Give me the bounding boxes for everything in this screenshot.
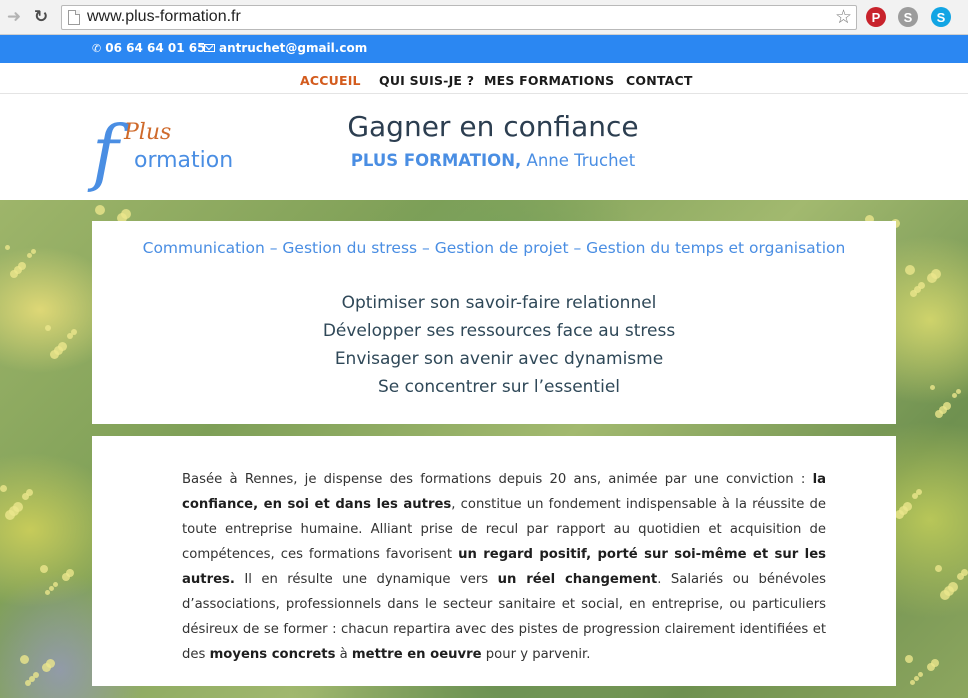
flower-dot (940, 590, 950, 600)
presentation-card: Basée à Rennes, je dispense des formatio… (92, 436, 896, 686)
flower-dot (956, 389, 961, 394)
site-subtitle: PLUS FORMATION, Anne Truchet (0, 151, 968, 170)
skype-grey-icon[interactable]: S (898, 7, 918, 27)
flower-dot (49, 586, 54, 591)
flower-dot (20, 655, 29, 664)
text-segment: pour y parvenir. (481, 647, 591, 662)
email-link[interactable]: antruchet@gmail.com (204, 41, 367, 55)
phone-number: 06 64 64 01 65 (105, 41, 206, 55)
flower-dot (27, 253, 32, 258)
page-icon (68, 10, 80, 25)
phone-link[interactable]: ✆ 06 64 64 01 65 (92, 41, 205, 55)
contact-bar: ✆ 06 64 64 01 65 antruchet@gmail.com (0, 35, 968, 63)
reload-icon[interactable]: ↻ (30, 6, 52, 28)
flower-dot (910, 680, 915, 685)
phone-icon: ✆ (92, 41, 102, 55)
nav-contact[interactable]: CONTACT (626, 73, 693, 88)
flower-dot (67, 333, 73, 339)
flower-dot (62, 573, 70, 581)
flower-dot (53, 582, 58, 587)
pinterest-icon[interactable]: P (866, 7, 886, 27)
flower-dot (22, 493, 29, 500)
subtitle-author: Anne Truchet (521, 151, 636, 170)
email-address: antruchet@gmail.com (219, 41, 368, 55)
main-navigation: ACCUEIL QUI SUIS-JE ? MES FORMATIONS CON… (0, 63, 968, 94)
flower-dot (918, 672, 923, 677)
flower-dot (912, 493, 918, 499)
flower-dot (935, 410, 943, 418)
flower-dot (895, 510, 904, 519)
flower-dot (0, 485, 7, 492)
goal-item: Envisager son avenir avec dynamisme (334, 349, 664, 369)
flower-dot (905, 265, 915, 275)
flower-dot (935, 565, 942, 572)
flower-dot (5, 245, 10, 250)
text-segment: Basée à Rennes, je dispense des formatio… (182, 472, 813, 487)
intro-card: Communication – Gestion du stress – Gest… (92, 221, 896, 424)
skype-icon[interactable]: S (931, 7, 951, 27)
nav-accueil[interactable]: ACCUEIL (300, 73, 361, 88)
flower-dot (10, 270, 18, 278)
flower-dot (5, 510, 15, 520)
browser-toolbar: ➜ ↻ www.plus-formation.fr ☆ P S S (0, 0, 968, 35)
goal-item: Optimiser son savoir-faire relationnel (341, 293, 657, 313)
text-segment: Il en résulte une dynamique vers (234, 572, 498, 587)
flower-dot (42, 663, 51, 672)
address-bar[interactable]: www.plus-formation.fr ☆ (61, 5, 857, 30)
flower-dot (45, 325, 51, 331)
envelope-icon (204, 44, 215, 52)
goal-item: Développer ses ressources face au stress (322, 321, 676, 341)
topics-line: Communication – Gestion du stress – Gest… (142, 239, 846, 257)
flower-dot (45, 590, 50, 595)
nav-qui-suis-je[interactable]: QUI SUIS-JE ? (379, 73, 474, 88)
text-segment: à (335, 647, 352, 662)
forward-arrow-icon[interactable]: ➜ (3, 6, 25, 28)
flower-dot (910, 290, 917, 297)
flower-dot (31, 249, 36, 254)
flower-dot (95, 205, 105, 215)
flower-dot (927, 663, 935, 671)
goal-item: Se concentrer sur l’essentiel (377, 377, 621, 397)
url-text[interactable]: www.plus-formation.fr (87, 8, 241, 26)
site-title: Gagner en confiance (347, 110, 639, 143)
text-segment-bold: moyens concrets (209, 647, 336, 662)
text-segment-bold: un réel changement (497, 572, 658, 587)
subtitle-brand: PLUS FORMATION, (350, 151, 522, 170)
flower-dot (952, 393, 957, 398)
flower-dot (50, 350, 59, 359)
flower-dot (905, 655, 913, 663)
flower-dot (957, 573, 964, 580)
flower-dot (914, 676, 919, 681)
nav-mes-formations[interactable]: MES FORMATIONS (484, 73, 614, 88)
site-header: f Plus ormation Gagner en confiance PLUS… (0, 94, 968, 200)
flower-dot (40, 565, 48, 573)
star-icon[interactable]: ☆ (835, 6, 852, 28)
flower-dot (927, 273, 937, 283)
flower-dot (25, 680, 31, 686)
goals-list: Optimiser son savoir-faire relationnel D… (92, 289, 906, 401)
text-segment-bold: mettre en oeuvre (351, 647, 482, 662)
flower-dot (930, 385, 935, 390)
presentation-text: Basée à Rennes, je dispense des formatio… (182, 467, 826, 667)
